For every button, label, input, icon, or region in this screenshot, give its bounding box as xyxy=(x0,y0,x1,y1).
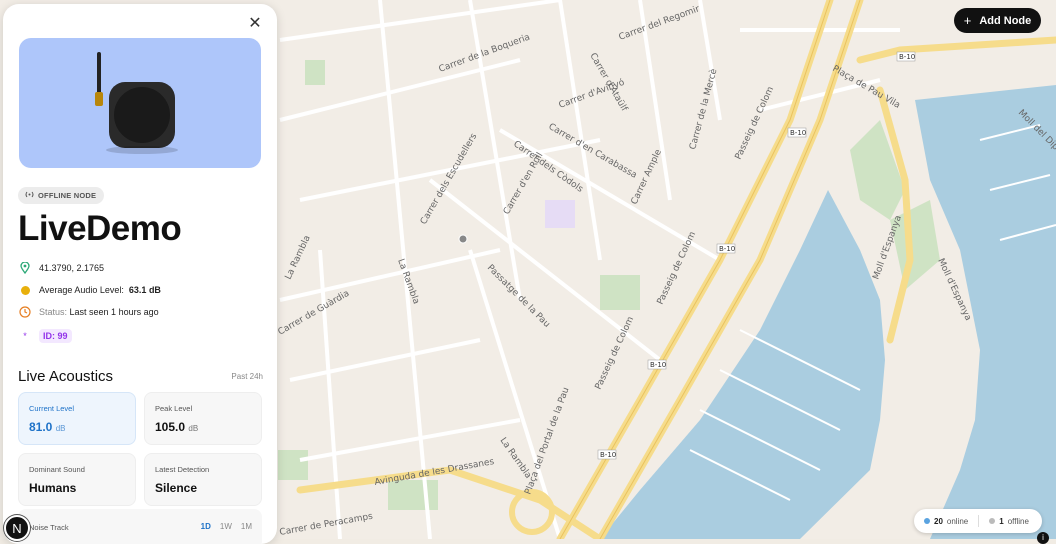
device-image xyxy=(19,38,261,168)
add-node-button[interactable]: + Add Node xyxy=(954,8,1041,33)
audio-value: 63.1 dB xyxy=(128,285,161,295)
range-1w[interactable]: 1W xyxy=(220,522,232,531)
coordinates: 41.3790, 2.1765 xyxy=(39,263,105,273)
card-value: Silence xyxy=(155,481,198,495)
map-info-icon[interactable]: i xyxy=(1037,532,1049,544)
online-count: 20 xyxy=(934,516,943,526)
node-detail-panel: ✕ OFFLINE NODE LiveDemo 41.3790, 2.1765 … xyxy=(3,4,277,544)
card-unit: dB xyxy=(55,424,66,433)
svg-text:B-10: B-10 xyxy=(600,451,616,459)
id-row: * ID: 99 xyxy=(19,329,72,343)
signal-icon xyxy=(25,191,34,200)
card-label: Current Level xyxy=(29,404,75,413)
status-label: Status: xyxy=(39,307,68,317)
card-value: 105.0 xyxy=(155,420,186,434)
sensor-device-illustration xyxy=(95,52,178,154)
dominant-sound-card[interactable]: Dominant Sound Humans xyxy=(18,453,136,506)
map-pin-icon xyxy=(19,262,31,274)
card-value: 81.0 xyxy=(29,420,53,434)
online-label: online xyxy=(946,516,969,526)
svg-text:B-10: B-10 xyxy=(790,129,806,137)
sparkle-icon: * xyxy=(23,331,27,341)
range-1m[interactable]: 1M xyxy=(241,522,252,531)
audio-level-row: Average Audio Level: 63.1 dB xyxy=(19,284,161,296)
latest-detection-card[interactable]: Latest Detection Silence xyxy=(144,453,262,506)
audio-label: Average Audio Level: xyxy=(39,285,124,295)
card-label: Latest Detection xyxy=(155,465,210,474)
node-title: LiveDemo xyxy=(18,209,182,248)
svg-text:B-10: B-10 xyxy=(719,245,735,253)
node-id: ID: 99 xyxy=(39,329,72,343)
location-row: 41.3790, 2.1765 xyxy=(19,262,104,274)
card-label: Dominant Sound xyxy=(29,465,85,474)
avatar[interactable]: N xyxy=(4,515,30,541)
badge-label: OFFLINE NODE xyxy=(38,191,97,200)
offline-dot-icon xyxy=(989,518,996,524)
section-title: Live Acoustics xyxy=(18,368,114,385)
range-selector: 1D 1W 1M xyxy=(201,522,252,531)
offline-count: 1 xyxy=(999,516,1004,526)
close-icon[interactable]: ✕ xyxy=(247,16,263,32)
offline-node-badge: OFFLINE NODE xyxy=(18,187,105,204)
card-unit: dB xyxy=(188,424,199,433)
status-value: Last seen 1 hours ago xyxy=(69,307,159,317)
svg-text:B-10: B-10 xyxy=(650,361,666,369)
range-1d[interactable]: 1D xyxy=(201,522,211,531)
clock-icon xyxy=(19,306,31,318)
divider xyxy=(978,515,980,527)
svg-text:B-10: B-10 xyxy=(899,53,915,61)
plus-icon: + xyxy=(963,13,972,28)
status-legend: 20 online 1 offline xyxy=(914,509,1042,533)
section-period: Past 24h xyxy=(231,372,263,381)
online-dot-icon xyxy=(924,518,930,524)
card-value: Humans xyxy=(29,481,77,495)
peak-level-card[interactable]: Peak Level 105.0 dB xyxy=(144,392,262,445)
offline-label: offline xyxy=(1007,516,1029,526)
status-row: Status: Last seen 1 hours ago xyxy=(19,306,159,318)
audio-dot-icon xyxy=(19,284,31,296)
card-label: Peak Level xyxy=(155,404,193,413)
add-node-label: Add Node xyxy=(979,14,1032,27)
current-level-card[interactable]: Current Level 81.0 dB xyxy=(18,392,136,445)
noise-track-label: Noise Track xyxy=(29,523,69,532)
